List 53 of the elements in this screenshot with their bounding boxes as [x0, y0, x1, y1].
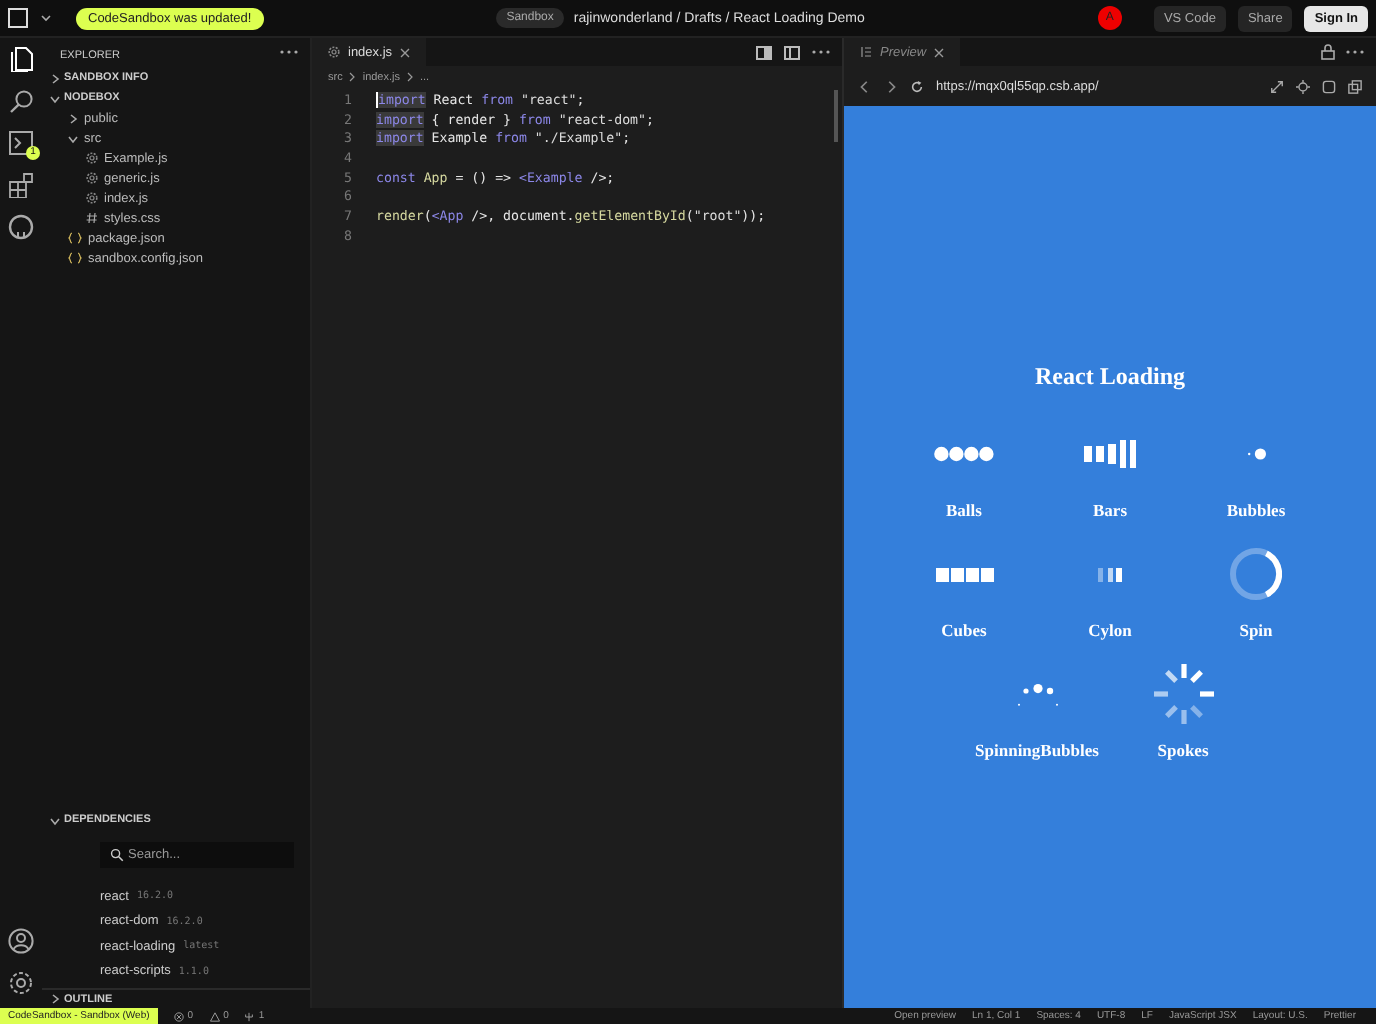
refresh-icon[interactable] — [910, 79, 924, 93]
chevron-down-icon[interactable] — [50, 93, 60, 103]
hash-icon — [86, 212, 98, 224]
loader-label: SpinningBubbles — [975, 740, 1099, 760]
warning-icon[interactable] — [209, 1011, 220, 1021]
loader-label: Cubes — [941, 620, 987, 640]
page-heading: React Loading — [1035, 362, 1185, 392]
terminal-icon[interactable] — [8, 130, 34, 156]
loader-bubbles-drawing — [1247, 448, 1265, 460]
loader-bars-drawing — [1084, 440, 1136, 468]
close-icon[interactable] — [400, 47, 411, 57]
loader-spin-drawing — [1230, 548, 1282, 600]
expand-arrows-icon[interactable] — [1270, 79, 1284, 93]
chevron-right-icon[interactable] — [68, 113, 78, 123]
loader-balls-drawing — [934, 446, 994, 462]
loader-label: Bubbles — [1226, 500, 1286, 520]
preview-icon[interactable] — [860, 46, 872, 58]
caret-icon[interactable] — [40, 12, 52, 24]
braces-icon — [68, 252, 82, 264]
chevron-right-icon — [406, 72, 414, 82]
account-icon[interactable] — [8, 928, 34, 954]
loader-cylon-drawing — [1098, 567, 1122, 581]
loader-label: Spokes — [1157, 740, 1209, 760]
loader-label: Cylon — [1088, 620, 1132, 640]
chevron-right-icon[interactable] — [50, 73, 60, 83]
loader-label: Balls — [946, 500, 982, 520]
new-window-icon[interactable] — [1348, 79, 1362, 93]
port-icon[interactable] — [244, 1011, 255, 1021]
search-icon[interactable] — [8, 88, 34, 114]
chevron-down-icon[interactable] — [68, 133, 78, 143]
window-square-icon[interactable] — [8, 8, 28, 28]
loader-spokes-drawing — [1153, 664, 1213, 724]
crosshair-icon[interactable] — [1296, 79, 1310, 93]
blocks-icon[interactable] — [8, 172, 34, 198]
loader-label: Bars — [1093, 500, 1127, 520]
console-icon[interactable] — [1322, 79, 1336, 93]
forward-icon[interactable] — [884, 79, 898, 93]
loader-label: Spin — [1239, 620, 1273, 640]
chevron-right-icon — [348, 72, 357, 82]
chevron-down-icon[interactable] — [50, 815, 60, 825]
files-icon[interactable] — [8, 46, 34, 72]
back-icon[interactable] — [858, 79, 872, 93]
gear-icon — [328, 46, 340, 58]
loader-cubes-drawing — [935, 567, 993, 581]
settings-icon[interactable] — [8, 970, 34, 996]
columns-icon[interactable] — [784, 45, 800, 59]
lock-icon[interactable] — [1320, 44, 1336, 60]
close-icon[interactable] — [934, 47, 945, 57]
split-panel-icon[interactable] — [756, 45, 772, 59]
scrollbar[interactable] — [834, 90, 838, 142]
error-icon[interactable] — [173, 1011, 184, 1021]
chevron-right-icon[interactable] — [50, 994, 60, 1004]
braces-icon — [68, 232, 82, 244]
